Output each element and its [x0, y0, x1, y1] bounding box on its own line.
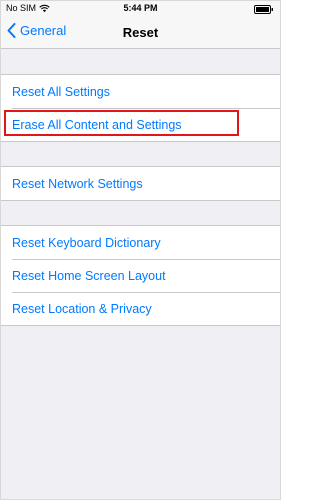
erase-all-content-row[interactable]: Erase All Content and Settings	[1, 108, 280, 141]
settings-group-1: Reset All Settings Erase All Content and…	[1, 74, 280, 142]
row-label: Reset Keyboard Dictionary	[12, 235, 161, 250]
status-time: 5:44 PM	[123, 3, 158, 13]
row-label: Reset All Settings	[12, 84, 110, 99]
screen: No SIM 5:44 PM General Reset Reset All S…	[0, 0, 281, 500]
reset-location-privacy-row[interactable]: Reset Location & Privacy	[1, 292, 280, 325]
settings-group-2: Reset Network Settings	[1, 166, 280, 201]
row-label: Erase All Content and Settings	[12, 117, 182, 132]
reset-keyboard-dictionary-row[interactable]: Reset Keyboard Dictionary	[1, 226, 280, 259]
status-bar: No SIM 5:44 PM	[1, 1, 280, 17]
row-label: Reset Home Screen Layout	[12, 268, 166, 283]
settings-group-3: Reset Keyboard Dictionary Reset Home Scr…	[1, 225, 280, 326]
row-label: Reset Location & Privacy	[12, 301, 152, 316]
battery-icon	[254, 5, 273, 14]
navigation-bar: General Reset	[1, 17, 280, 49]
reset-network-settings-row[interactable]: Reset Network Settings	[1, 167, 280, 200]
page-title: Reset	[122, 25, 159, 40]
reset-all-settings-row[interactable]: Reset All Settings	[1, 75, 280, 108]
reset-home-screen-layout-row[interactable]: Reset Home Screen Layout	[1, 259, 280, 292]
row-label: Reset Network Settings	[12, 176, 143, 191]
